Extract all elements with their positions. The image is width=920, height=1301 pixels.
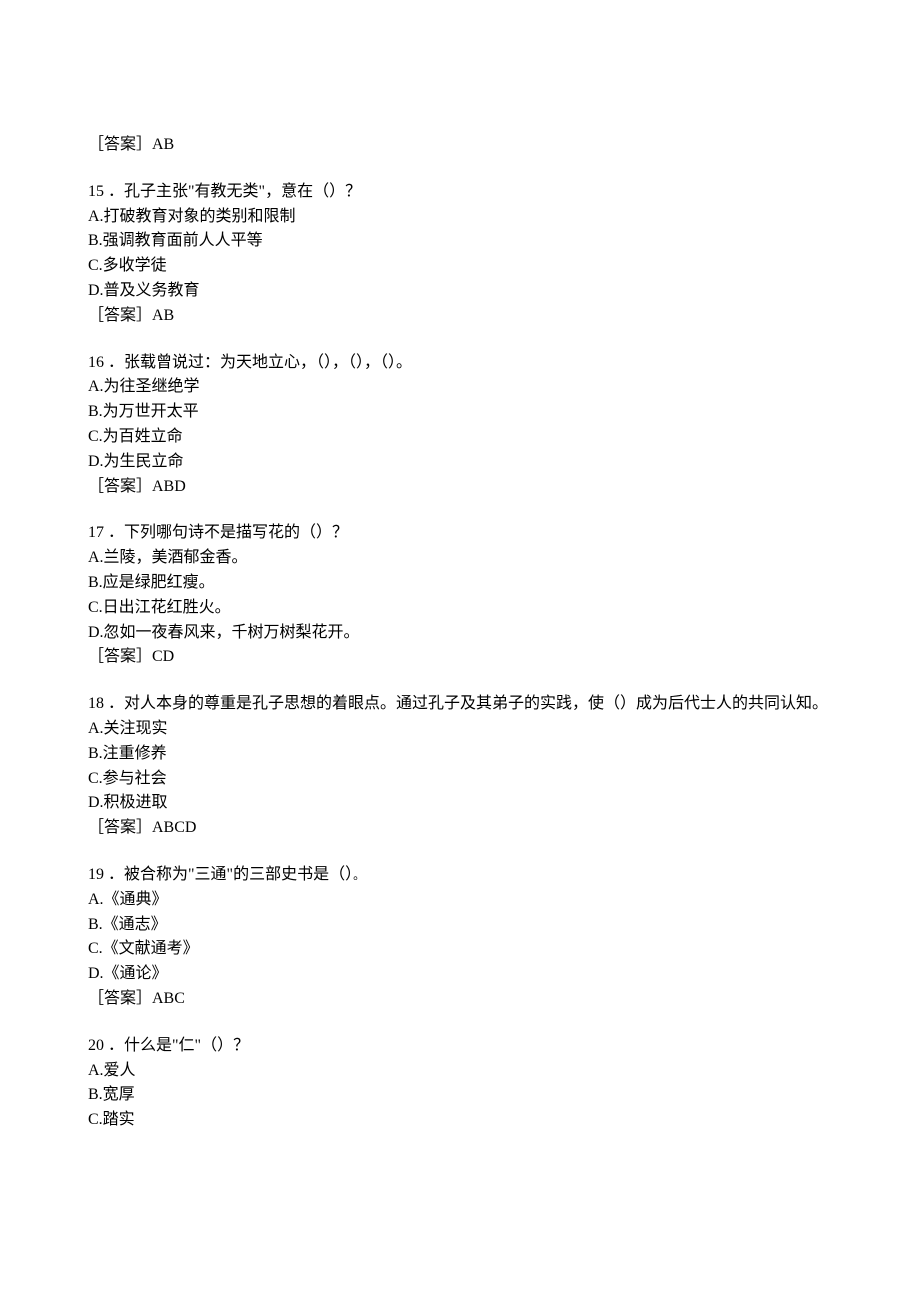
question-answer: ［答案］ABC xyxy=(88,987,832,1012)
previous-answer: ［答案］AB xyxy=(88,133,832,158)
question-17: 17 ．下列哪句诗不是描写花的（）？ A.兰陵，美酒郁金香。 B.应是绿肥红瘦。… xyxy=(88,521,832,670)
question-stem: 18 ．对人本身的尊重是孔子思想的着眼点。通过孔子及其弟子的实践，使（）成为后代… xyxy=(88,692,832,717)
question-option: A.关注现实 xyxy=(88,717,832,742)
question-stem: 19 ．被合称为"三通"的三部史书是（）。 xyxy=(88,863,832,888)
question-option: C.踏实 xyxy=(88,1108,832,1133)
question-option: D.普及义务教育 xyxy=(88,279,832,304)
question-stem: 16 ．张载曾说过：为天地立心，（），（），（）。 xyxy=(88,351,832,376)
question-answer: ［答案］ABCD xyxy=(88,816,832,841)
question-19: 19 ．被合称为"三通"的三部史书是（）。 A.《通典》 B.《通志》 C.《文… xyxy=(88,863,832,1012)
question-option: B.注重修养 xyxy=(88,742,832,767)
question-18: 18 ．对人本身的尊重是孔子思想的着眼点。通过孔子及其弟子的实践，使（）成为后代… xyxy=(88,692,832,841)
question-option: D.积极进取 xyxy=(88,791,832,816)
question-stem: 15 ．孔子主张"有教无类"，意在（）？ xyxy=(88,180,832,205)
question-answer: ［答案］AB xyxy=(88,304,832,329)
question-15: 15 ．孔子主张"有教无类"，意在（）？ A.打破教育对象的类别和限制 B.强调… xyxy=(88,180,832,329)
question-option: B.应是绿肥红瘦。 xyxy=(88,571,832,596)
question-option: C.参与社会 xyxy=(88,767,832,792)
question-option: D.忽如一夜春风来，千树万树梨花开。 xyxy=(88,621,832,646)
question-option: A.打破教育对象的类别和限制 xyxy=(88,205,832,230)
stem-text: 19 ．被合称为"三通"的三部史书是（） xyxy=(88,866,353,883)
question-stem: 20 ．什么是"仁"（）？ xyxy=(88,1034,832,1059)
question-option: C.多收学徒 xyxy=(88,254,832,279)
question-option: A.《通典》 xyxy=(88,888,832,913)
question-answer: ［答案］ABD xyxy=(88,475,832,500)
question-20: 20 ．什么是"仁"（）？ A.爱人 B.宽厚 C.踏实 xyxy=(88,1034,832,1133)
question-option: C.为百姓立命 xyxy=(88,425,832,450)
question-option: A.为往圣继绝学 xyxy=(88,375,832,400)
question-stem: 17 ．下列哪句诗不是描写花的（）？ xyxy=(88,521,832,546)
question-option: B.强调教育面前人人平等 xyxy=(88,229,832,254)
question-option: C.日出江花红胜火。 xyxy=(88,596,832,621)
question-16: 16 ．张载曾说过：为天地立心，（），（），（）。 A.为往圣继绝学 B.为万世… xyxy=(88,351,832,500)
question-option: D.为生民立命 xyxy=(88,450,832,475)
question-option: B.为万世开太平 xyxy=(88,400,832,425)
question-option: C.《文献通考》 xyxy=(88,937,832,962)
question-option: B.宽厚 xyxy=(88,1083,832,1108)
question-option: D.《通论》 xyxy=(88,962,832,987)
question-answer: ［答案］CD xyxy=(88,645,832,670)
question-option: B.《通志》 xyxy=(88,913,832,938)
question-option: A.爱人 xyxy=(88,1059,832,1084)
question-option: A.兰陵，美酒郁金香。 xyxy=(88,546,832,571)
stem-small-period: 。 xyxy=(353,868,365,882)
